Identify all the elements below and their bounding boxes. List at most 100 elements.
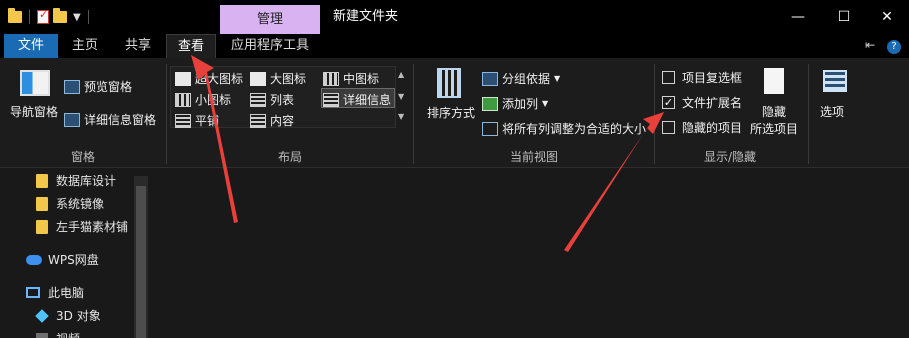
nav-item-database-design[interactable]: 数据库设计 bbox=[36, 172, 116, 189]
sort-by-icon[interactable] bbox=[437, 68, 461, 98]
nav-item-label: 左手猫素材铺 bbox=[56, 220, 129, 234]
maximize-button[interactable]: ☐ bbox=[821, 0, 867, 34]
layout-large-icons-label: 大图标 bbox=[270, 72, 307, 86]
large-icons-icon bbox=[250, 71, 266, 86]
nav-item-this-pc[interactable]: 此电脑 bbox=[26, 284, 84, 301]
layout-scroll-up-icon[interactable]: ▲ bbox=[398, 70, 404, 79]
video-icon bbox=[36, 332, 48, 338]
hide-selected-line1[interactable]: 隐藏 bbox=[762, 103, 786, 120]
add-column-label: 添加列 bbox=[502, 97, 539, 111]
nav-scrollbar[interactable] bbox=[134, 176, 148, 338]
layout-small-icons[interactable]: 小图标 bbox=[175, 91, 231, 108]
layout-details[interactable]: 详细信息 bbox=[323, 91, 391, 108]
tab-home[interactable]: 主页 bbox=[60, 34, 110, 58]
layout-list-label: 列表 bbox=[270, 93, 295, 107]
nav-item-label: 视频 bbox=[56, 330, 80, 338]
hide-selected-icon[interactable] bbox=[764, 68, 784, 94]
group-label-pane: 窗格 bbox=[70, 150, 95, 164]
ribbon-tabs: 文件 主页 共享 查看 应用程序工具 ⇤ ? bbox=[0, 34, 909, 58]
minimize-button[interactable]: — bbox=[775, 0, 821, 34]
tab-file[interactable]: 文件 bbox=[4, 34, 58, 58]
close-button[interactable]: ✕ bbox=[864, 0, 909, 34]
item-checkboxes-label: 项目复选框 bbox=[682, 71, 743, 85]
nav-item-label: WPS网盘 bbox=[48, 253, 99, 267]
divider bbox=[87, 10, 89, 24]
layout-small-icons-label: 小图标 bbox=[195, 93, 232, 107]
add-column-button[interactable]: 添加列 ▼ bbox=[482, 95, 548, 112]
navigation-pane-icon[interactable] bbox=[20, 70, 50, 96]
sort-by-button[interactable]: 排序方式 bbox=[427, 104, 475, 121]
chevron-down-icon: ▼ bbox=[554, 74, 561, 83]
nav-item-label: 数据库设计 bbox=[56, 174, 117, 188]
navigation-pane: 数据库设计 系统镜像 左手猫素材铺 WPS网盘 此电脑 3D 对象 视频 bbox=[0, 168, 150, 338]
layout-xl-icons[interactable]: 超大图标 bbox=[175, 70, 243, 87]
3d-objects-icon bbox=[35, 308, 49, 323]
cloud-icon bbox=[26, 254, 42, 265]
nav-item-3d-objects[interactable]: 3D 对象 bbox=[35, 307, 101, 324]
window-title: 新建文件夹 bbox=[333, 9, 399, 24]
fit-columns-icon bbox=[482, 121, 498, 136]
folder-icon bbox=[36, 173, 48, 188]
layout-content[interactable]: 内容 bbox=[250, 112, 294, 129]
layout-content-label: 内容 bbox=[270, 114, 295, 128]
group-label-show-hide: 显示/隐藏 bbox=[703, 150, 757, 164]
customize-dropdown-icon[interactable]: ▼ bbox=[73, 12, 81, 23]
fit-columns-button[interactable]: 将所有列调整为合适的大小 bbox=[482, 120, 646, 137]
group-by-label: 分组依据 bbox=[502, 72, 551, 86]
file-list-area[interactable] bbox=[150, 168, 909, 338]
layout-medium-icons[interactable]: 中图标 bbox=[323, 70, 379, 87]
tab-share[interactable]: 共享 bbox=[112, 34, 164, 58]
layout-expand-icon[interactable]: ▼ bbox=[398, 112, 404, 121]
group-divider bbox=[166, 64, 167, 164]
fit-columns-label: 将所有列调整为合适的大小 bbox=[502, 122, 647, 136]
nav-item-label: 3D 对象 bbox=[56, 309, 101, 323]
nav-item-videos[interactable]: 视频 bbox=[36, 330, 80, 338]
options-button[interactable]: 选项 bbox=[820, 103, 844, 120]
navigation-pane-button[interactable]: 导航窗格 bbox=[10, 103, 58, 120]
nav-item-label: 系统镜像 bbox=[56, 197, 105, 211]
tab-app-tools[interactable]: 应用程序工具 bbox=[220, 34, 320, 58]
group-by-button[interactable]: 分组依据 ▼ bbox=[482, 70, 560, 87]
tiles-icon bbox=[175, 113, 191, 128]
layout-large-icons[interactable]: 大图标 bbox=[250, 70, 306, 87]
divider bbox=[29, 10, 30, 24]
options-icon[interactable] bbox=[823, 70, 847, 92]
nav-item-materials[interactable]: 左手猫素材铺 bbox=[36, 218, 128, 235]
layout-details-label: 详细信息 bbox=[343, 93, 392, 107]
hidden-items-checkbox[interactable] bbox=[662, 121, 675, 134]
item-checkboxes-checkbox[interactable] bbox=[662, 71, 675, 84]
content-icon bbox=[250, 113, 266, 128]
details-pane-button[interactable]: 详细信息窗格 bbox=[64, 111, 156, 128]
new-folder-icon[interactable] bbox=[53, 8, 67, 23]
help-icon[interactable]: ? bbox=[887, 40, 901, 54]
nav-item-system-image[interactable]: 系统镜像 bbox=[36, 195, 104, 212]
group-label-layout: 布局 bbox=[277, 150, 302, 164]
details-pane-label: 详细信息窗格 bbox=[84, 113, 157, 127]
small-icons-icon bbox=[175, 92, 191, 107]
manage-context-tab[interactable]: 管理 bbox=[220, 5, 320, 34]
layout-tiles-label: 平铺 bbox=[195, 114, 220, 128]
group-by-icon bbox=[482, 71, 498, 86]
quick-access-toolbar: ▼ bbox=[8, 6, 92, 28]
ribbon-right-controls: ⇤ ? bbox=[865, 38, 901, 54]
preview-pane-button[interactable]: 预览窗格 bbox=[64, 78, 132, 95]
medium-icons-icon bbox=[323, 71, 339, 86]
nav-item-wps-cloud[interactable]: WPS网盘 bbox=[26, 251, 99, 268]
layout-scroll-down-icon[interactable]: ▼ bbox=[398, 92, 404, 101]
properties-icon[interactable] bbox=[37, 8, 49, 24]
file-extensions-checkbox[interactable]: ✓ bbox=[662, 96, 675, 109]
layout-tiles[interactable]: 平铺 bbox=[175, 112, 219, 129]
folder-icon bbox=[36, 219, 48, 234]
hidden-items-label: 隐藏的项目 bbox=[682, 121, 743, 135]
chevron-down-icon: ▼ bbox=[542, 99, 549, 108]
scrollbar-thumb[interactable] bbox=[136, 186, 146, 338]
details-pane-icon bbox=[64, 112, 80, 127]
folder-icon bbox=[8, 8, 22, 23]
file-extensions-label: 文件扩展名 bbox=[682, 96, 743, 110]
hide-selected-line2[interactable]: 所选项目 bbox=[750, 120, 798, 137]
nav-item-label: 此电脑 bbox=[48, 286, 85, 300]
pin-ribbon-icon[interactable]: ⇤ bbox=[865, 38, 875, 52]
title-bar: ▼ 管理 新建文件夹 — ☐ ✕ bbox=[0, 0, 909, 34]
tab-view[interactable]: 查看 bbox=[166, 34, 216, 58]
layout-list[interactable]: 列表 bbox=[250, 91, 294, 108]
